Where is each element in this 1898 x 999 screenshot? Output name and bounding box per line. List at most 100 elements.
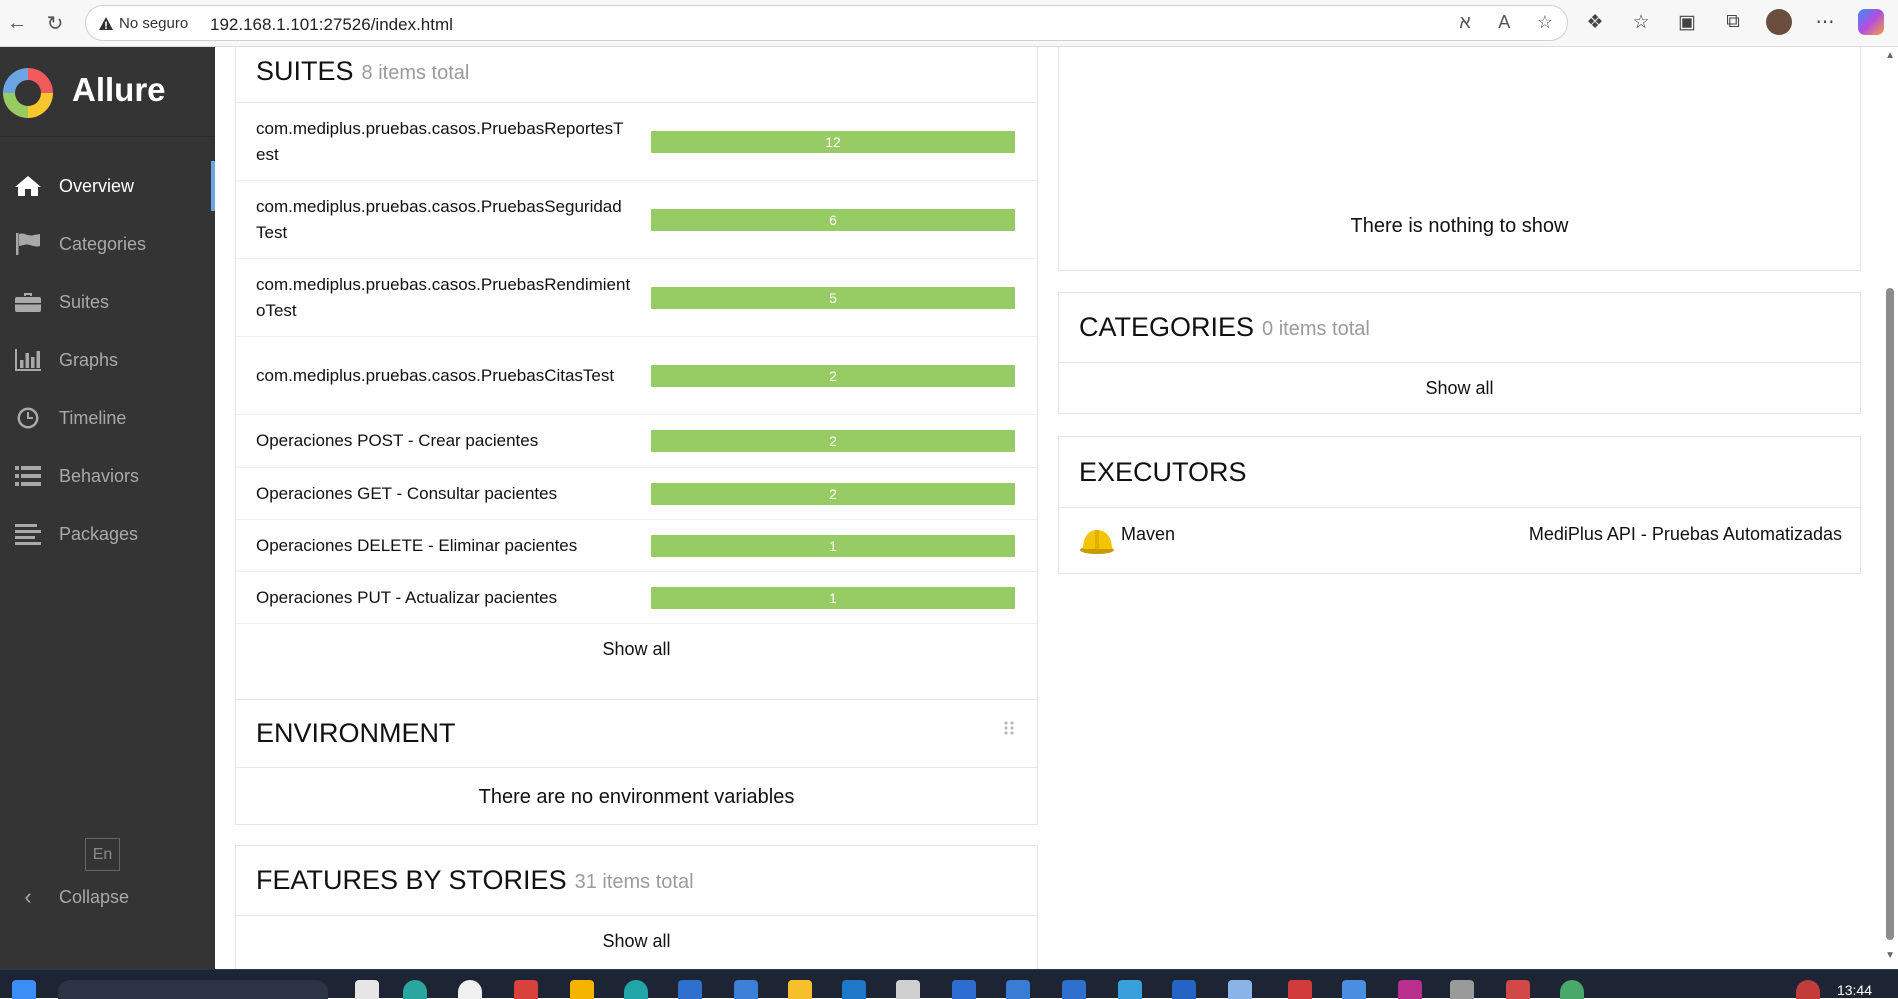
passed-bar[interactable]: 1 [651, 586, 1015, 609]
taskbar-app-icon[interactable] [1062, 980, 1086, 999]
sidebar-item-label: Overview [59, 175, 135, 196]
taskbar-app-icon[interactable] [1342, 980, 1366, 999]
language-switch[interactable]: En [85, 838, 120, 871]
security-warning[interactable]: No seguro [98, 15, 188, 32]
table-row[interactable]: com.mediplus.pruebas.casos.PruebasRendim… [236, 259, 1037, 337]
suite-name[interactable]: Operaciones GET - Consultar pacientes [256, 481, 651, 507]
start-icon[interactable] [12, 980, 36, 999]
taskbar-app-icon[interactable] [1560, 980, 1584, 999]
collections-icon[interactable]: ⧉ [1720, 9, 1746, 35]
taskbar-app-icon[interactable] [1398, 980, 1422, 999]
executor-row[interactable]: Maven MediPlus API - Pruebas Automatizad… [1059, 508, 1860, 572]
brand[interactable]: Allure [0, 47, 215, 137]
briefcase-icon [13, 290, 43, 314]
suite-name[interactable]: Operaciones POST - Crear pacientes [256, 428, 651, 454]
passed-bar[interactable]: 1 [651, 534, 1015, 557]
scroll-up-icon[interactable]: ▲ [1885, 50, 1895, 61]
features-widget: FEATURES BY STORIES 31 items total Show … [235, 845, 1038, 969]
taskbar-search[interactable] [58, 980, 328, 999]
taskbar-app-icon[interactable] [355, 980, 379, 999]
sidebar-item-packages[interactable]: Packages [0, 505, 215, 563]
sidebar-item-graphs[interactable]: Graphs [0, 331, 215, 389]
suite-name[interactable]: Operaciones DELETE - Eliminar pacientes [256, 533, 651, 559]
widget-count: 8 items total [361, 61, 470, 84]
favorites-icon[interactable]: ☆ [1628, 9, 1654, 35]
suite-name[interactable]: com.mediplus.pruebas.casos.PruebasSeguri… [256, 194, 651, 246]
taskbar-app-icon[interactable] [624, 980, 648, 999]
passed-bar[interactable]: 5 [651, 286, 1015, 309]
table-row[interactable]: com.mediplus.pruebas.casos.PruebasReport… [236, 103, 1037, 181]
back-icon[interactable]: ← [2, 8, 32, 38]
table-row[interactable]: com.mediplus.pruebas.casos.PruebasCitasT… [236, 337, 1037, 415]
browser-toolbar: ← ↻ No seguro 192.168.1.101:27526/index.… [0, 0, 1898, 53]
executor-build-name[interactable]: MediPlus API - Pruebas Automatizadas [1529, 524, 1842, 545]
table-row[interactable]: Operaciones PUT - Actualizar pacientes 1 [236, 572, 1037, 624]
widget-header: SUITES 8 items total [236, 47, 1037, 103]
widget-title[interactable]: SUITES [256, 56, 354, 87]
taskbar-app-icon[interactable] [678, 980, 702, 999]
widget-title[interactable]: CATEGORIES [1079, 312, 1254, 343]
passed-bar[interactable]: 6 [651, 208, 1015, 231]
taskbar-edge-icon[interactable] [403, 980, 427, 999]
profile-avatar[interactable] [1766, 9, 1792, 35]
taskbar-app-icon[interactable] [1506, 980, 1530, 999]
empty-message: There is nothing to show [1350, 215, 1569, 237]
chevron-left-icon: ‹ [24, 884, 32, 909]
collapse-button[interactable]: ‹ Collapse [0, 877, 215, 917]
taskbar-app-icon[interactable] [1450, 980, 1474, 999]
table-row[interactable]: com.mediplus.pruebas.casos.PruebasSeguri… [236, 181, 1037, 259]
sidebar-item-suites[interactable]: Suites [0, 273, 215, 331]
sidebar-item-categories[interactable]: Categories [0, 215, 215, 273]
passed-bar[interactable]: 12 [651, 130, 1015, 153]
table-row[interactable]: Operaciones POST - Crear pacientes 2 [236, 415, 1037, 468]
sidebar-item-timeline[interactable]: Timeline [0, 389, 215, 447]
brand-name: Allure [72, 71, 166, 108]
suite-name[interactable]: com.mediplus.pruebas.casos.PruebasRendim… [256, 272, 651, 324]
reload-icon[interactable]: ↻ [40, 8, 70, 38]
widget-title[interactable]: FEATURES BY STORIES [256, 865, 567, 896]
taskbar-app-icon[interactable] [842, 980, 866, 999]
more-menu-icon[interactable]: ⋯ [1812, 9, 1838, 35]
extensions-icon[interactable]: ❖ [1582, 9, 1608, 35]
suite-name[interactable]: Operaciones PUT - Actualizar pacientes [256, 585, 651, 611]
taskbar-chrome-icon[interactable] [458, 980, 482, 999]
suite-name[interactable]: com.mediplus.pruebas.casos.PruebasReport… [256, 116, 651, 168]
home-icon [13, 174, 43, 198]
taskbar-app-icon[interactable] [734, 980, 758, 999]
taskbar-app-icon[interactable] [1006, 980, 1030, 999]
trend-widget: There is nothing to show [1058, 47, 1861, 271]
passed-bar[interactable]: 2 [651, 430, 1015, 452]
screenshot-icon[interactable]: ▣ [1674, 9, 1700, 35]
sidebar-item-overview[interactable]: Overview [0, 157, 215, 215]
taskbar-app-icon[interactable] [788, 980, 812, 999]
suite-name[interactable]: com.mediplus.pruebas.casos.PruebasCitasT… [256, 363, 651, 389]
taskbar-app-icon[interactable] [896, 980, 920, 999]
suites-show-all-link[interactable]: Show all [236, 624, 1037, 674]
taskbar-app-icon[interactable] [1118, 980, 1142, 999]
taskbar-clock[interactable]: 13:44 [1837, 982, 1872, 998]
executor-name[interactable]: Maven [1121, 524, 1175, 545]
drag-handle-icon[interactable] [1003, 720, 1015, 736]
scrollbar-thumb[interactable] [1886, 288, 1894, 940]
table-row[interactable]: Operaciones DELETE - Eliminar pacientes … [236, 520, 1037, 572]
table-row[interactable]: Operaciones GET - Consultar pacientes 2 [236, 468, 1037, 520]
taskbar-app-icon[interactable] [1288, 980, 1312, 999]
taskbar-app-icon[interactable] [1172, 980, 1196, 999]
taskbar-app-icon[interactable] [514, 980, 538, 999]
features-show-all-link[interactable]: Show all [236, 916, 1037, 966]
taskbar-folder-icon[interactable] [570, 980, 594, 999]
copilot-icon[interactable] [1858, 9, 1884, 35]
sidebar-item-label: Timeline [59, 407, 127, 428]
categories-show-all-link[interactable]: Show all [1059, 363, 1860, 413]
address-bar[interactable]: No seguro 192.168.1.101:27526/index.html… [85, 5, 1568, 53]
taskbar-app-icon[interactable] [952, 980, 976, 999]
main-content: SUITES 8 items total com.mediplus.prueba… [215, 47, 1880, 969]
passed-bar[interactable]: 2 [651, 364, 1015, 387]
url-text[interactable]: 192.168.1.101:27526/index.html [210, 15, 453, 35]
scroll-down-icon[interactable]: ▼ [1885, 950, 1895, 961]
sidebar-item-behaviors[interactable]: Behaviors [0, 447, 215, 505]
environment-widget: ENVIRONMENT There are no environment var… [235, 699, 1038, 825]
passed-bar[interactable]: 2 [651, 482, 1015, 505]
notification-icon[interactable] [1796, 980, 1820, 999]
taskbar-app-icon[interactable] [1228, 980, 1252, 999]
